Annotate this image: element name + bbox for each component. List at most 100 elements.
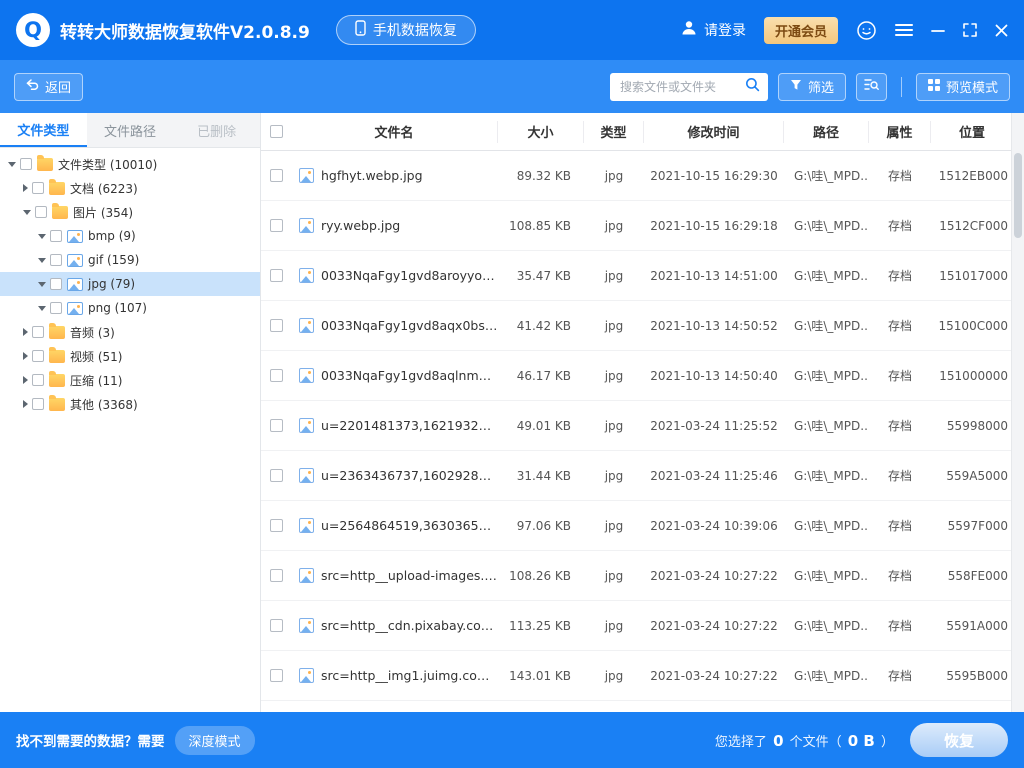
table-row[interactable]: src=http__upload-images.jia... 108.26 KB… [261, 551, 1012, 601]
tree-expand-arrow-icon[interactable] [23, 184, 28, 192]
customer-service-icon[interactable] [856, 20, 877, 41]
selected-count: 0 [773, 732, 783, 750]
tree-item[interactable]: bmp (9) [0, 224, 260, 248]
row-checkbox[interactable] [270, 519, 283, 532]
file-type: jpg [584, 169, 644, 183]
table-row[interactable]: u=2201481373,1621932533f... 49.01 KB jpg… [261, 401, 1012, 451]
tree-expand-arrow-icon[interactable] [38, 234, 46, 239]
tree-checkbox[interactable] [50, 302, 62, 314]
back-label: 返回 [45, 77, 71, 96]
table-row[interactable]: 0033NqaFgy1gvd8aqx0bsj60... 41.42 KB jpg… [261, 301, 1012, 351]
header-modified[interactable]: 修改时间 [644, 121, 784, 143]
close-button[interactable] [995, 24, 1008, 37]
tab-file-type[interactable]: 文件类型 [0, 113, 87, 147]
login-button[interactable]: 请登录 [680, 19, 746, 41]
file-attr: 存档 [869, 217, 931, 234]
tree-checkbox[interactable] [32, 182, 44, 194]
file-name: ryy.webp.jpg [321, 218, 400, 233]
row-checkbox[interactable] [270, 169, 283, 182]
tree-item[interactable]: 图片 (354) [0, 200, 260, 224]
row-checkbox-cell [261, 519, 291, 532]
back-icon [26, 79, 39, 95]
search-results-button[interactable] [856, 73, 887, 101]
header-type[interactable]: 类型 [584, 121, 644, 143]
tree-expand-arrow-icon[interactable] [38, 258, 46, 263]
menu-icon[interactable] [895, 23, 913, 37]
table-row[interactable]: u=2363436737,1602928158f... 31.44 KB jpg… [261, 451, 1012, 501]
tree-expand-arrow-icon[interactable] [23, 352, 28, 360]
tree-item[interactable]: 压缩 (11) [0, 368, 260, 392]
vip-button[interactable]: 开通会员 [764, 17, 838, 44]
search-icon[interactable] [745, 77, 760, 96]
tree-checkbox[interactable] [32, 398, 44, 410]
tree-checkbox[interactable] [35, 206, 47, 218]
tree-expand-arrow-icon[interactable] [23, 400, 28, 408]
preview-mode-label: 预览模式 [946, 77, 998, 96]
tab-deleted[interactable]: 已删除 [173, 113, 260, 147]
tree-checkbox[interactable] [50, 254, 62, 266]
row-checkbox[interactable] [270, 619, 283, 632]
tree-item[interactable]: png (107) [0, 296, 260, 320]
tree-checkbox[interactable] [32, 374, 44, 386]
tree-expand-arrow-icon[interactable] [38, 306, 46, 311]
deep-mode-button[interactable]: 深度模式 [175, 726, 255, 755]
file-size: 108.85 KB [498, 219, 584, 233]
table-row[interactable]: hgfhyt.webp.jpg 89.32 KB jpg 2021-10-15 … [261, 151, 1012, 201]
maximize-button[interactable] [963, 23, 977, 37]
table-row[interactable]: u=2564864519,3630365031f... 97.06 KB jpg… [261, 501, 1012, 551]
file-location: 151000000 [931, 369, 1012, 383]
header-file-name[interactable]: 文件名 [291, 121, 498, 143]
file-table: 文件名 大小 类型 修改时间 路径 属性 位置 hgfhyt.webp.jpg … [261, 113, 1024, 712]
tree-expand-arrow-icon[interactable] [23, 376, 28, 384]
tree-expand-arrow-icon[interactable] [23, 328, 28, 336]
header-path[interactable]: 路径 [784, 121, 869, 143]
back-button[interactable]: 返回 [14, 73, 83, 101]
tree-expand-arrow-icon[interactable] [8, 162, 16, 167]
tree-checkbox[interactable] [50, 230, 62, 242]
phone-recovery-button[interactable]: 手机数据恢复 [336, 15, 476, 45]
tree-checkbox[interactable] [50, 278, 62, 290]
scrollbar-thumb[interactable] [1014, 153, 1022, 238]
select-all-checkbox[interactable] [270, 125, 283, 138]
row-checkbox[interactable] [270, 469, 283, 482]
header-size[interactable]: 大小 [498, 121, 584, 143]
row-checkbox[interactable] [270, 569, 283, 582]
header-attr[interactable]: 属性 [869, 121, 931, 143]
tree-checkbox[interactable] [32, 326, 44, 338]
header-location[interactable]: 位置 [931, 121, 1013, 143]
table-row[interactable]: 0033NqaFgy1gvd8aqlnmkj60... 46.17 KB jpg… [261, 351, 1012, 401]
tree-checkbox[interactable] [20, 158, 32, 170]
minimize-button[interactable] [931, 23, 945, 37]
file-name: u=2564864519,3630365031f... [321, 518, 498, 533]
recover-button[interactable]: 恢复 [910, 723, 1008, 757]
search-box[interactable] [610, 73, 768, 101]
row-checkbox[interactable] [270, 319, 283, 332]
row-checkbox[interactable] [270, 669, 283, 682]
search-input[interactable] [618, 79, 739, 95]
tab-file-path[interactable]: 文件路径 [87, 113, 174, 147]
table-row[interactable] [261, 701, 1012, 712]
tree-item[interactable]: gif (159) [0, 248, 260, 272]
table-row[interactable]: 0033NqaFgy1gvd8aroyyoj60... 35.47 KB jpg… [261, 251, 1012, 301]
tree-item[interactable]: 其他 (3368) [0, 392, 260, 416]
tree-item[interactable]: 文档 (6223) [0, 176, 260, 200]
tree-item[interactable]: 视频 (51) [0, 344, 260, 368]
table-row[interactable]: ryy.webp.jpg 108.85 KB jpg 2021-10-15 16… [261, 201, 1012, 251]
row-checkbox[interactable] [270, 419, 283, 432]
tree-item[interactable]: 音频 (3) [0, 320, 260, 344]
filter-button[interactable]: 筛选 [778, 73, 846, 101]
filter-label: 筛选 [808, 77, 834, 96]
table-row[interactable]: src=http__img1.juimg.com_1... 143.01 KB … [261, 651, 1012, 701]
tree-checkbox[interactable] [32, 350, 44, 362]
tree-expand-arrow-icon[interactable] [38, 282, 46, 287]
vertical-scrollbar[interactable] [1011, 113, 1024, 712]
tree-item[interactable]: jpg (79) [0, 272, 260, 296]
row-checkbox[interactable] [270, 269, 283, 282]
file-attr: 存档 [869, 267, 931, 284]
row-checkbox[interactable] [270, 219, 283, 232]
table-row[interactable]: src=http__cdn.pixabay.com_... 113.25 KB … [261, 601, 1012, 651]
row-checkbox[interactable] [270, 369, 283, 382]
preview-mode-button[interactable]: 预览模式 [916, 73, 1010, 101]
tree-expand-arrow-icon[interactable] [23, 210, 31, 215]
tree-item[interactable]: 文件类型 (10010) [0, 152, 260, 176]
